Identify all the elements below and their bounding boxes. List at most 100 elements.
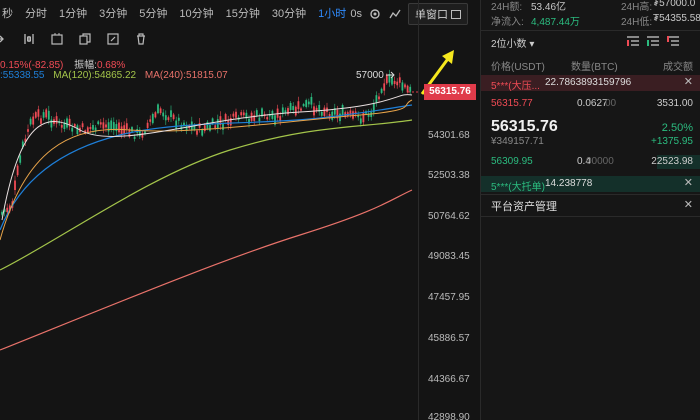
- candle-body: [99, 122, 102, 125]
- candle-body: [32, 116, 35, 125]
- candle-body: [232, 113, 235, 117]
- candle-body: [102, 122, 105, 129]
- candle-body: [170, 110, 172, 118]
- close-icon[interactable]: ✕: [684, 198, 693, 211]
- bid-total: 22523.98: [651, 156, 693, 167]
- view-bids-icon[interactable]: [647, 36, 659, 46]
- candle-body: [266, 117, 269, 120]
- candle-body: [40, 118, 42, 124]
- chart-panel[interactable]: 秒 分时 1分钟 3分钟 5分钟 10分钟 15分钟 30分钟 1小时 0s 单…: [0, 0, 480, 420]
- candle-body: [305, 100, 308, 107]
- candle-body: [34, 112, 37, 118]
- candle-body: [42, 112, 45, 118]
- candle-body: [380, 88, 383, 93]
- candle-body: [154, 112, 157, 118]
- candle-body: [105, 124, 107, 128]
- candle-body: [89, 127, 92, 130]
- candle-body: [203, 125, 206, 132]
- candle-body: [294, 106, 297, 116]
- candle-body: [383, 83, 386, 91]
- candle-body: [6, 207, 9, 213]
- candle-body: [196, 130, 198, 135]
- candle-body: [393, 80, 396, 85]
- candle-body: [133, 136, 136, 139]
- high24-label: 24H高:: [621, 2, 653, 13]
- candle-body: [37, 109, 40, 117]
- candle-body: [73, 124, 76, 127]
- axis-tick: 45886.57: [428, 333, 470, 344]
- axis-tick: 54301.68: [428, 130, 470, 141]
- ma240-line: [0, 189, 413, 351]
- candle-body: [292, 106, 295, 110]
- candle-body: [125, 123, 128, 129]
- mid-change: +1375.95: [651, 136, 693, 147]
- candle-body: [359, 118, 362, 124]
- candle-body: [401, 82, 404, 91]
- candle-body: [258, 117, 261, 122]
- candle-body: [297, 101, 300, 110]
- mid-cny: ¥349157.71: [491, 136, 544, 147]
- candle-body: [206, 121, 209, 129]
- axis-tick: 44366.67: [428, 374, 470, 385]
- candle-body: [385, 74, 388, 84]
- candle-body: [14, 180, 16, 191]
- candle-body: [409, 86, 412, 92]
- candle-body: [92, 124, 94, 130]
- candle-body: [300, 108, 302, 111]
- candle-body: [45, 109, 48, 118]
- ask-qty-suffix: 00: [605, 98, 617, 109]
- candle-body: [50, 119, 53, 128]
- view-both-icon[interactable]: [627, 36, 639, 46]
- precision-dropdown[interactable]: 2位小数 ▾: [491, 35, 534, 50]
- ask-tag: 5***(大压...: [491, 81, 540, 92]
- chevron-down-icon: ▾: [526, 39, 535, 50]
- low24-value: ₮54355.58: [653, 13, 700, 24]
- divider: [481, 216, 700, 217]
- candle-body: [235, 111, 237, 118]
- candle-body: [110, 120, 113, 130]
- candle-body: [97, 121, 100, 125]
- candle-body: [406, 85, 409, 93]
- candle-body: [404, 84, 406, 88]
- mid-pct: 2.50%: [661, 122, 693, 134]
- candle-body: [307, 101, 310, 105]
- view-asks-icon[interactable]: [667, 36, 679, 46]
- vol24-label: 24H额:: [491, 2, 523, 13]
- assets-title: 平台资产管理: [491, 201, 557, 213]
- candle-body: [66, 118, 68, 128]
- axis-tick: 49083.45: [428, 251, 470, 262]
- col-total: 成交额: [663, 62, 693, 73]
- close-icon[interactable]: ✕: [684, 176, 693, 189]
- candle-body: [378, 96, 380, 100]
- high-marker-label: 57000: [356, 70, 384, 81]
- candle-body: [175, 120, 178, 129]
- candle-body: [331, 111, 334, 120]
- last-price-tag: 56315.76: [424, 84, 476, 100]
- candle-body: [302, 104, 305, 107]
- candle-body: [159, 108, 162, 114]
- candle-body: [151, 113, 154, 124]
- candle-body: [60, 124, 63, 128]
- candle-body: [157, 104, 159, 114]
- candle-body: [118, 122, 120, 133]
- close-icon[interactable]: ✕: [684, 75, 693, 88]
- mid-price: 56315.76: [491, 118, 558, 135]
- bid-qty-suffix: 00000: [586, 156, 614, 167]
- low24-label: 24H低:: [621, 17, 653, 28]
- ask-big-order-row: 5***(大压... 22.7863893159796 ✕: [481, 75, 700, 92]
- candle-body: [47, 110, 50, 120]
- candlestick-chart[interactable]: 57000: [0, 0, 418, 420]
- candle-body: [255, 110, 258, 116]
- candle-body: [375, 95, 378, 103]
- axis-tick: 47457.95: [428, 292, 470, 303]
- axis-tick: 50764.62: [428, 211, 470, 222]
- candle-body: [310, 96, 313, 105]
- candle-body: [16, 165, 19, 176]
- inflow-value: 4,487.44万: [531, 17, 580, 28]
- bid-row[interactable]: 56309.95 0.4 00000 22523.98: [481, 155, 700, 169]
- candle-body: [320, 111, 323, 116]
- candles-group: [1, 69, 412, 217]
- candle-body: [229, 117, 232, 126]
- axis-tick: 42898.90: [428, 412, 470, 420]
- candle-body: [276, 108, 279, 118]
